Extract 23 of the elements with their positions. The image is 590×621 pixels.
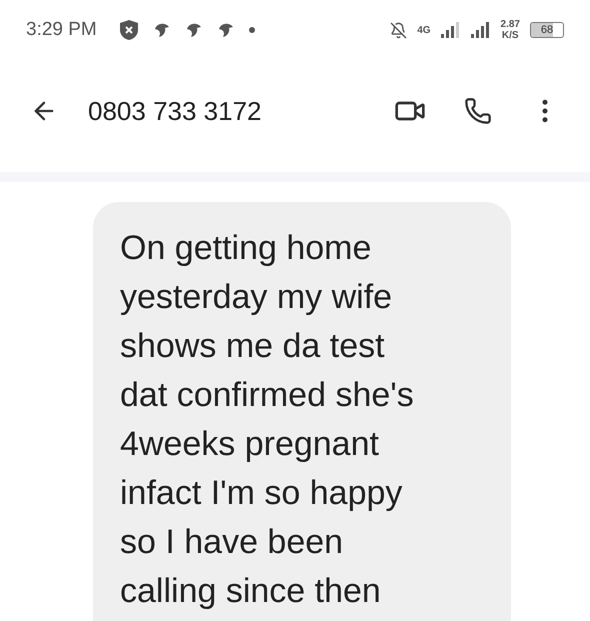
net-unit: K/S <box>502 30 519 41</box>
dot-icon <box>248 27 255 33</box>
shield-icon <box>118 19 139 41</box>
message-line: calling since then <box>120 571 382 612</box>
bird-icon <box>216 21 235 39</box>
battery-level: 68 <box>540 24 554 36</box>
bird-icon <box>184 21 203 39</box>
message-line: dat confirmed she's <box>120 375 415 416</box>
net-speed: 2.87 <box>500 19 520 30</box>
contact-number: 0803 733 3172 <box>88 96 263 126</box>
network-type: 4G <box>417 24 431 36</box>
message-line: shows me da test <box>120 326 386 367</box>
message-line: so I have been <box>120 522 344 563</box>
bell-off-icon <box>390 22 408 38</box>
phone-call-icon[interactable] <box>464 97 492 125</box>
signal-icon <box>470 22 491 38</box>
status-time: 3:29 PM <box>26 19 97 41</box>
message-line: yesterday my wife <box>120 277 394 318</box>
message-line: infact I'm so happy <box>120 473 404 514</box>
signal-icon <box>440 22 461 38</box>
message-line: 4weeks pregnant <box>120 424 380 465</box>
bird-icon <box>152 21 171 39</box>
message-line: On getting home <box>120 228 372 269</box>
